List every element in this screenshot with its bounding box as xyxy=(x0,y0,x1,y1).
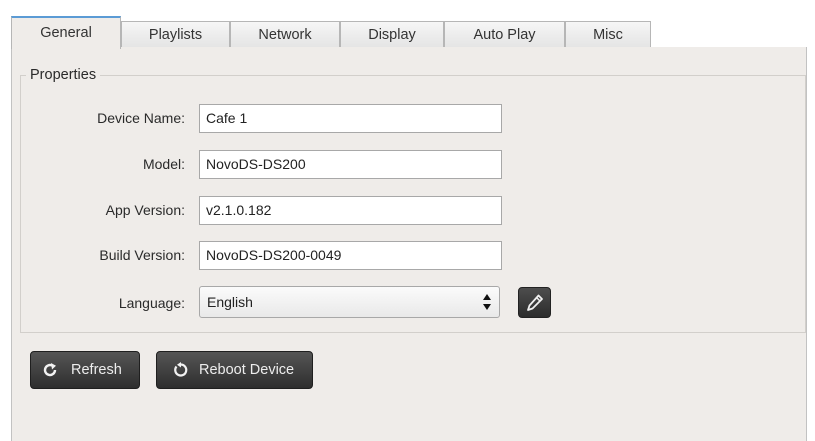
reboot-label: Reboot Device xyxy=(199,362,295,378)
updown-arrows-icon xyxy=(483,294,491,310)
tab-network[interactable]: Network xyxy=(230,21,340,48)
tab-auto-play[interactable]: Auto Play xyxy=(444,21,565,48)
properties-group-title: Properties xyxy=(26,67,101,83)
app-version-label: App Version: xyxy=(105,202,185,218)
pencil-icon xyxy=(527,294,543,311)
edit-language-button[interactable] xyxy=(518,287,551,318)
tab-playlists[interactable]: Playlists xyxy=(121,21,230,48)
app-version-field[interactable]: v2.1.0.182 xyxy=(199,196,502,225)
tab-misc[interactable]: Misc xyxy=(565,21,651,48)
model-field[interactable]: NovoDS-DS200 xyxy=(199,150,502,179)
reboot-device-button[interactable]: Reboot Device xyxy=(156,351,313,389)
language-select-value: English xyxy=(207,294,253,310)
build-version-field[interactable]: NovoDS-DS200-0049 xyxy=(199,241,502,270)
refresh-label: Refresh xyxy=(71,362,122,378)
reboot-icon xyxy=(174,362,188,377)
language-select[interactable]: English xyxy=(199,286,500,318)
build-version-label: Build Version: xyxy=(99,247,185,263)
device-name-label: Device Name: xyxy=(97,110,185,126)
refresh-icon xyxy=(43,363,57,377)
tab-general[interactable]: General xyxy=(11,16,121,49)
device-name-field[interactable]: Cafe 1 xyxy=(199,104,502,133)
model-label: Model: xyxy=(142,156,185,172)
language-label: Language: xyxy=(118,295,185,311)
tab-display[interactable]: Display xyxy=(340,21,444,48)
refresh-button[interactable]: Refresh xyxy=(30,351,140,389)
tab-bar: General Playlists Network Display Auto P… xyxy=(11,16,807,49)
